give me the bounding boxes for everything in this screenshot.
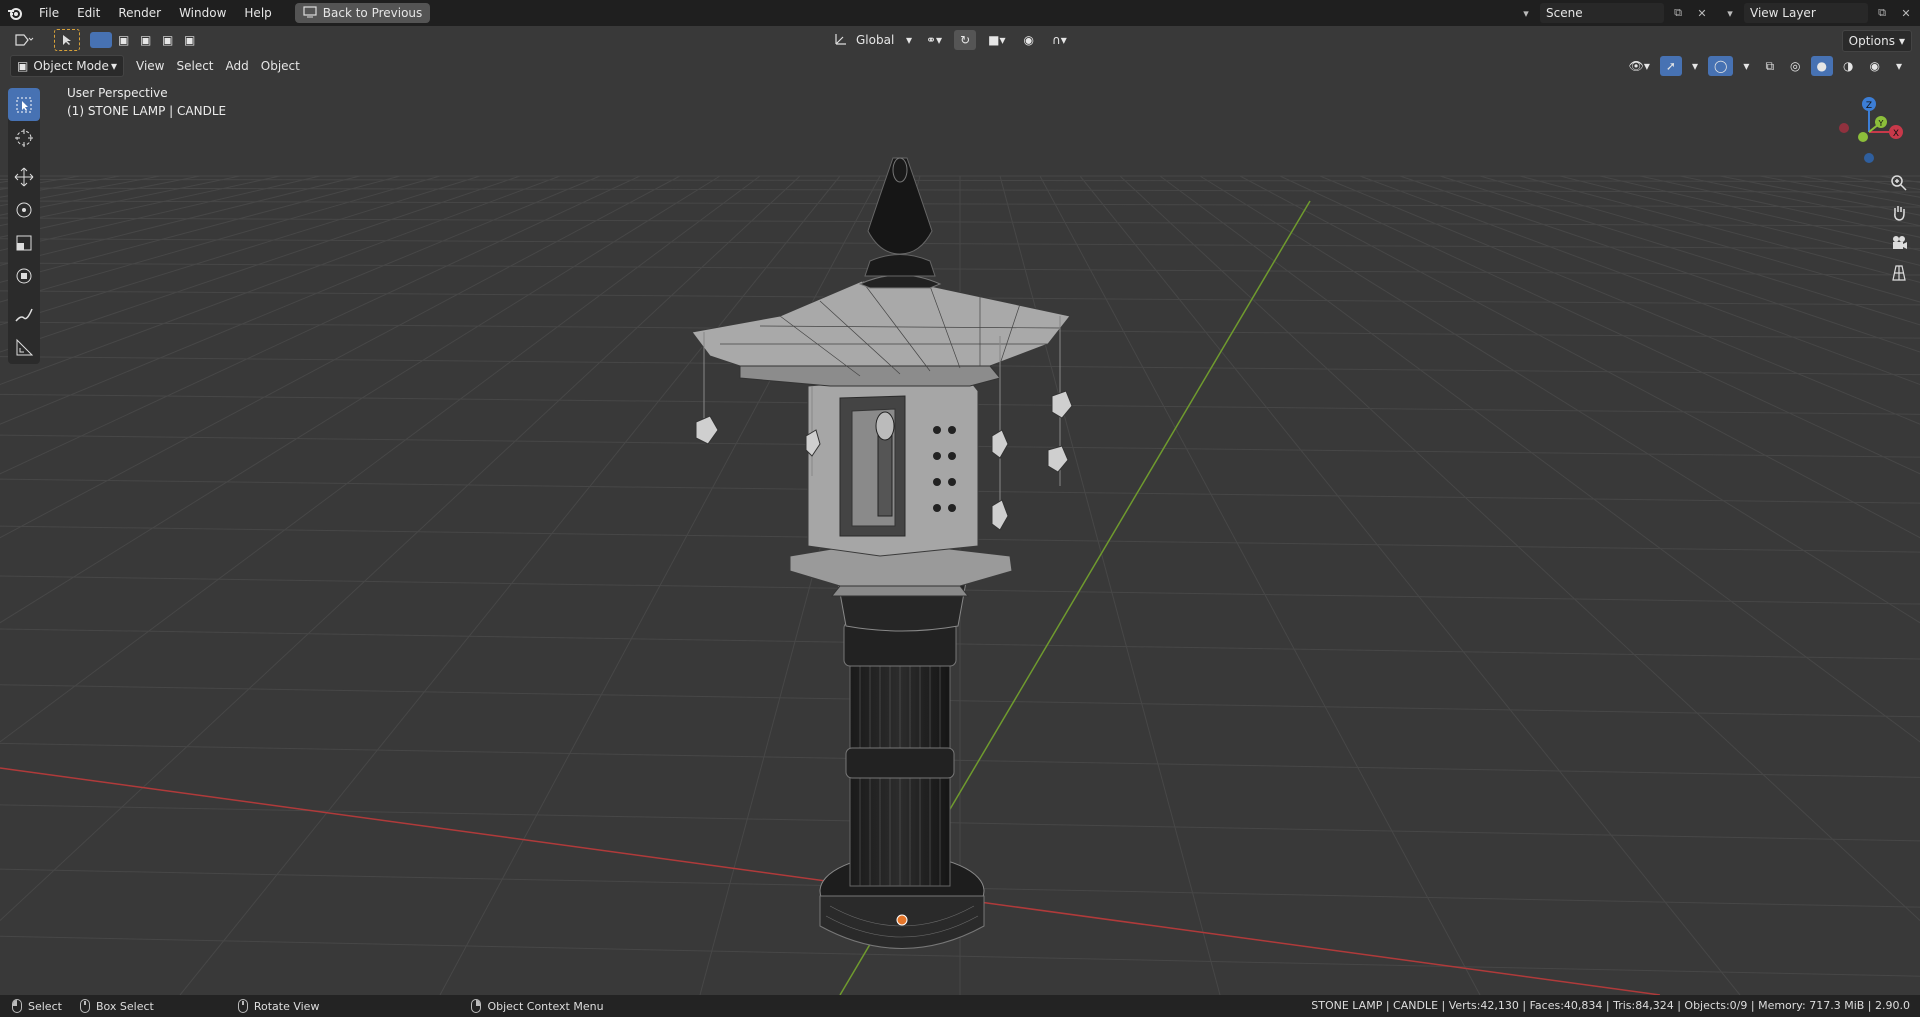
select-box-tool-icon[interactable] — [8, 88, 40, 121]
viewport-perspective-label: User Perspective — [67, 86, 168, 100]
gizmo-neg-x-handle[interactable] — [1839, 123, 1849, 133]
measure-tool-icon[interactable] — [8, 331, 40, 364]
transform-orientation-dropdown[interactable]: Global ▾ — [854, 30, 914, 50]
selection-mode-intersect-icon[interactable]: ▣ — [178, 30, 200, 50]
tool-shelf — [8, 88, 40, 364]
chevron-down-icon: ▾ — [1898, 34, 1905, 48]
view-layer-name-field[interactable]: View Layer — [1744, 3, 1868, 23]
status-bar: Select Box Select Rotate View Object Con… — [0, 995, 1920, 1017]
pan-hand-icon[interactable] — [1886, 200, 1912, 226]
menu-window[interactable]: Window — [170, 0, 235, 26]
menu-select[interactable]: Select — [170, 56, 219, 76]
viewport-object-info: (1) STONE LAMP | CANDLE — [67, 104, 227, 118]
scene-name-field[interactable]: Scene — [1540, 3, 1664, 23]
view-layer-duplicate-icon[interactable]: ⧉ — [1872, 3, 1892, 23]
pivot-point-icon[interactable]: ⚭▾ — [920, 30, 948, 50]
shading-material-icon[interactable]: ◑ — [1837, 56, 1859, 76]
falloff-icon[interactable]: ∩▾ — [1046, 30, 1073, 50]
chevron-down-icon: ▾ — [110, 59, 117, 73]
selection-mode-subtract-icon[interactable]: ▣ — [134, 30, 156, 50]
selection-mode-invert-icon[interactable]: ▣ — [156, 30, 178, 50]
viewport-mode-bar: ▣ Object Mode ▾ View Select Add Object 👁… — [0, 54, 1920, 78]
snap-toggle-icon[interactable]: ↻ — [954, 30, 977, 50]
back-to-previous-button[interactable]: Back to Previous — [294, 3, 431, 23]
scene-close-icon[interactable]: ✕ — [1692, 3, 1712, 23]
mouse-left-icon — [12, 999, 22, 1013]
menu-add[interactable]: Add — [220, 56, 255, 76]
gizmo-neg-z-handle[interactable] — [1864, 153, 1874, 163]
overlays-dropdown-icon[interactable]: ▾ — [1737, 56, 1755, 76]
status-rotate-view-hint: Rotate View — [237, 999, 319, 1013]
shading-rendered-icon[interactable]: ◉ — [1863, 56, 1885, 76]
navigation-gizmo[interactable]: Z X Y — [1824, 84, 1914, 164]
shading-dropdown-icon[interactable]: ▾ — [1890, 56, 1908, 76]
selection-mode-new-icon[interactable] — [90, 32, 112, 48]
options-dropdown[interactable]: Options ▾ — [1841, 30, 1912, 52]
status-box-select-hint: Box Select — [79, 999, 154, 1013]
3d-viewport[interactable]: ▣ ▣ ▣ ▣ Global ▾ ⚭▾ ↻ ■▾ ◉ ∩▾ Options ▾ ▣ … — [0, 26, 1920, 995]
rotate-tool-icon[interactable] — [8, 193, 40, 226]
cursor-tool-icon[interactable] — [8, 121, 40, 154]
transform-orientation-icon — [834, 32, 848, 49]
mouse-middle-icon — [237, 999, 248, 1013]
gizmo-toggle-icon[interactable]: ➚ — [1659, 56, 1682, 76]
zoom-icon[interactable] — [1886, 170, 1912, 196]
annotate-tool-icon[interactable] — [8, 298, 40, 331]
mouse-right-icon — [471, 999, 482, 1013]
scene-selector: ▾ Scene ⧉ ✕ — [1516, 3, 1712, 23]
viewport-display-controls: 👁▾ ➚ ▾ ◯ ▾ ⧉ ◎ ● ◑ ◉ ▾ — [1623, 56, 1908, 76]
menu-help[interactable]: Help — [235, 0, 280, 26]
xray-toggle-icon[interactable]: ⧉ — [1759, 56, 1780, 76]
visibility-icon[interactable]: 👁▾ — [1623, 56, 1656, 76]
top-menu-bar: File Edit Render Window Help Back to Pre… — [0, 0, 1920, 26]
back-to-previous-label: Back to Previous — [322, 6, 423, 20]
gizmo-z-label: Z — [1866, 101, 1872, 111]
mouse-drag-icon — [79, 999, 90, 1013]
perspective-toggle-icon[interactable] — [1886, 260, 1912, 286]
object-mode-dropdown[interactable]: ▣ Object Mode ▾ — [10, 55, 124, 77]
select-tool-toggle-icon[interactable] — [54, 29, 80, 51]
status-context-menu-hint: Object Context Menu — [471, 999, 604, 1013]
gizmo-dropdown-icon[interactable]: ▾ — [1686, 56, 1704, 76]
proportional-editing-icon[interactable]: ◉ — [1018, 30, 1040, 50]
chevron-down-icon: ▾ — [905, 33, 912, 47]
viewport-scene — [0, 157, 1920, 995]
scene-duplicate-icon[interactable]: ⧉ — [1668, 3, 1688, 23]
menu-render[interactable]: Render — [109, 0, 170, 26]
scene-statistics: STONE LAMP | CANDLE | Verts:42,130 | Fac… — [1311, 999, 1910, 1012]
screen-icon — [303, 5, 317, 21]
scene-browse-icon[interactable]: ▾ — [1516, 3, 1536, 23]
camera-view-icon[interactable] — [1886, 230, 1912, 256]
move-tool-icon[interactable] — [8, 160, 40, 193]
overlays-toggle-icon[interactable]: ◯ — [1707, 56, 1734, 76]
shading-wireframe-icon[interactable]: ◎ — [1784, 56, 1806, 76]
snap-target-icon[interactable]: ■▾ — [982, 30, 1011, 50]
transform-tool-icon[interactable] — [8, 259, 40, 292]
gizmo-y-label: Y — [1878, 119, 1884, 128]
status-select-hint: Select — [12, 999, 62, 1013]
viewport-header: ▣ ▣ ▣ ▣ Global ▾ ⚭▾ ↻ ■▾ ◉ ∩▾ Options ▾ — [0, 26, 1920, 54]
view-layer-browse-icon[interactable]: ▾ — [1720, 3, 1740, 23]
menu-object[interactable]: Object — [255, 56, 306, 76]
menu-file[interactable]: File — [30, 0, 68, 26]
blender-logo-icon[interactable] — [0, 0, 30, 26]
view-layer-selector: ▾ View Layer ⧉ ✕ — [1720, 3, 1916, 23]
selection-mode-extend-icon[interactable]: ▣ — [112, 30, 134, 50]
shading-solid-icon[interactable]: ● — [1810, 56, 1833, 76]
scale-tool-icon[interactable] — [8, 226, 40, 259]
stone-lamp-model[interactable] — [691, 157, 1073, 949]
gizmo-neg-y-handle[interactable] — [1858, 132, 1868, 142]
menu-view[interactable]: View — [130, 56, 170, 76]
view-layer-close-icon[interactable]: ✕ — [1896, 3, 1916, 23]
gizmo-x-label: X — [1893, 129, 1899, 139]
editor-type-icon[interactable] — [8, 30, 40, 50]
menu-edit[interactable]: Edit — [68, 0, 109, 26]
object-mode-icon: ▣ — [17, 59, 29, 73]
transform-controls: Global ▾ ⚭▾ ↻ ■▾ ◉ ∩▾ — [834, 30, 1073, 50]
